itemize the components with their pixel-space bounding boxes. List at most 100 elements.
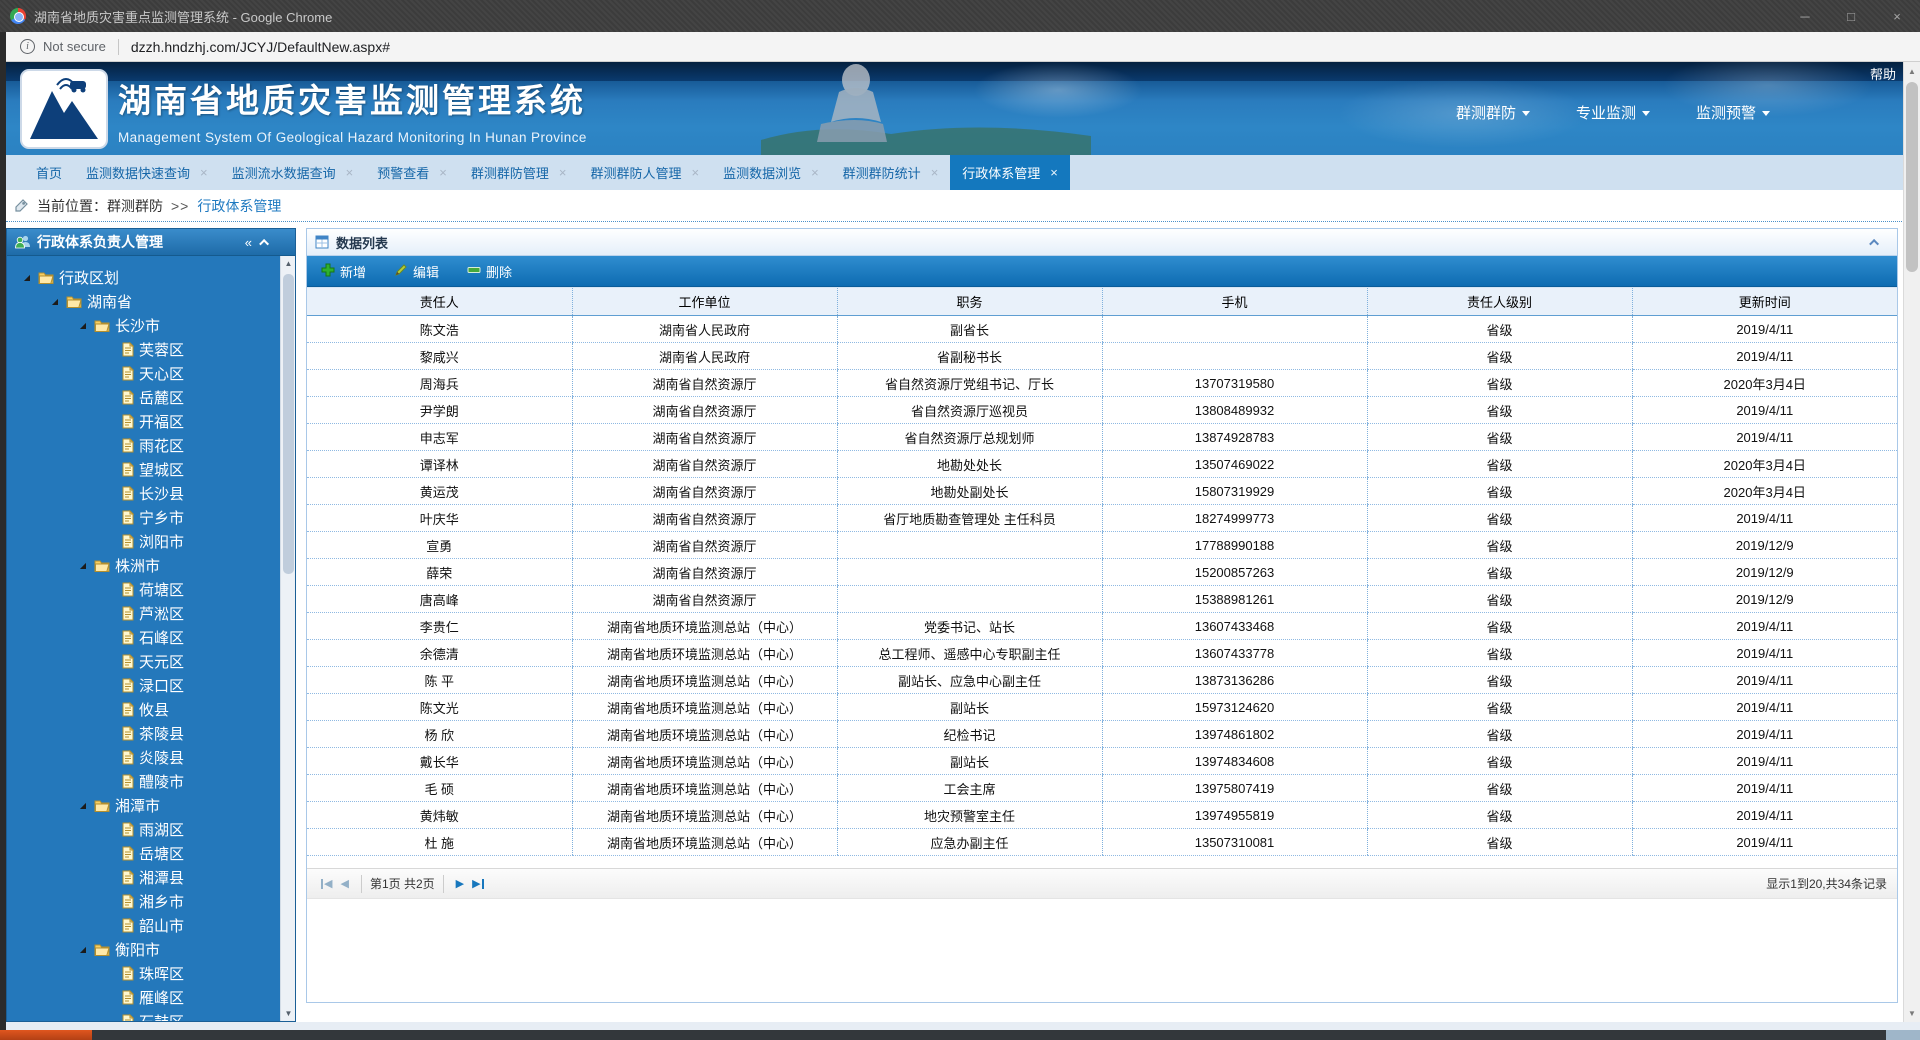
table-row[interactable]: 谭译林湖南省自然资源厅地勘处处长13507469022省级2020年3月4日	[307, 451, 1897, 478]
column-header-3[interactable]: 手机	[1102, 288, 1367, 316]
top-nav-item-1[interactable]: 专业监测	[1576, 102, 1650, 123]
tab-7[interactable]: 群测群防统计×	[831, 155, 951, 190]
table-row[interactable]: 尹学朗湖南省自然资源厅省自然资源厅巡视员13808489932省级2019/4/…	[307, 397, 1897, 424]
column-header-1[interactable]: 工作单位	[572, 288, 837, 316]
scroll-down-icon[interactable]: ▼	[281, 1006, 296, 1021]
table-row[interactable]: 周海兵湖南省自然资源厅省自然资源厅党组书记、厅长13707319580省级202…	[307, 370, 1897, 397]
close-icon[interactable]: ×	[559, 165, 567, 180]
tab-1[interactable]: 监测数据快速查询×	[74, 155, 220, 190]
table-row[interactable]: 杨 欣湖南省地质环境监测总站（中心）纪检书记13974861802省级2019/…	[307, 721, 1897, 748]
tree-item-22[interactable]: ◢湘潭市	[7, 793, 280, 817]
tree-item-11[interactable]: 浏阳市	[7, 529, 280, 553]
panel-collapse-icon[interactable]	[1869, 238, 1879, 248]
maximize-button[interactable]: □	[1828, 0, 1874, 32]
security-label[interactable]: Not secure	[43, 39, 106, 54]
scroll-thumb[interactable]	[283, 274, 294, 574]
tree-item-0[interactable]: ◢行政区划	[7, 265, 280, 289]
tree-item-27[interactable]: 韶山市	[7, 913, 280, 937]
table-row[interactable]: 黎咸兴湖南省人民政府省副秘书长省级2019/4/11	[307, 343, 1897, 370]
tree-item-3[interactable]: 芙蓉区	[7, 337, 280, 361]
tree-item-21[interactable]: 醴陵市	[7, 769, 280, 793]
tree-item-26[interactable]: 湘乡市	[7, 889, 280, 913]
tab-0[interactable]: 首页	[24, 155, 74, 190]
url-text[interactable]: dzzh.hndzhj.com/JCYJ/DefaultNew.aspx#	[131, 39, 390, 55]
close-icon[interactable]: ×	[691, 165, 699, 180]
tree-item-16[interactable]: 天元区	[7, 649, 280, 673]
table-row[interactable]: 宣勇湖南省自然资源厅17788990188省级2019/12/9	[307, 532, 1897, 559]
collapse-left-icon[interactable]: «	[245, 236, 252, 249]
help-link[interactable]: 帮助	[1870, 64, 1896, 83]
table-row[interactable]: 戴长华湖南省地质环境监测总站（中心）副站长13974834608省级2019/4…	[307, 748, 1897, 775]
tree-item-29[interactable]: 珠晖区	[7, 961, 280, 985]
chevron-up-icon[interactable]	[259, 238, 269, 248]
table-row[interactable]: 陈文光湖南省地质环境监测总站（中心）副站长15973124620省级2019/4…	[307, 694, 1897, 721]
table-row[interactable]: 黄炜敏湖南省地质环境监测总站（中心）地灾预警室主任13974955819省级20…	[307, 802, 1897, 829]
table-row[interactable]: 黄运茂湖南省自然资源厅地勘处副处长15807319929省级2020年3月4日	[307, 478, 1897, 505]
tree-item-19[interactable]: 茶陵县	[7, 721, 280, 745]
tree-item-1[interactable]: ◢湖南省	[7, 289, 280, 313]
table-row[interactable]: 余德清湖南省地质环境监测总站（中心）总工程师、遥感中心专职副主任13607433…	[307, 640, 1897, 667]
tree-item-23[interactable]: 雨湖区	[7, 817, 280, 841]
scroll-up-icon[interactable]: ▲	[281, 256, 296, 271]
browser-scrollbar[interactable]: ▲ ▼	[1903, 62, 1920, 1022]
pager-next-button[interactable]: ▶	[452, 877, 468, 890]
tree-item-20[interactable]: 炎陵县	[7, 745, 280, 769]
close-button[interactable]: ×	[1874, 0, 1920, 32]
table-row[interactable]: 叶庆华湖南省自然资源厅省厅地质勘查管理处 主任科员18274999773省级20…	[307, 505, 1897, 532]
close-icon[interactable]: ×	[1050, 165, 1058, 180]
taskbar-active-app[interactable]	[0, 1030, 92, 1040]
tab-6[interactable]: 监测数据浏览×	[711, 155, 831, 190]
tree-expander-icon[interactable]: ◢	[49, 297, 61, 306]
table-row[interactable]: 薛荣湖南省自然资源厅15200857263省级2019/12/9	[307, 559, 1897, 586]
tree-item-5[interactable]: 岳麓区	[7, 385, 280, 409]
tree-item-25[interactable]: 湘潭县	[7, 865, 280, 889]
tree-item-24[interactable]: 岳塘区	[7, 841, 280, 865]
edit-button[interactable]: 编辑	[394, 262, 439, 281]
column-header-4[interactable]: 责任人级别	[1367, 288, 1632, 316]
close-icon[interactable]: ×	[931, 165, 939, 180]
pager-last-button[interactable]: ▶	[468, 877, 487, 890]
tree-expander-icon[interactable]: ◢	[21, 273, 33, 282]
pager-first-button[interactable]: ◀	[317, 877, 336, 890]
column-header-0[interactable]: 责任人	[307, 288, 572, 316]
taskbar-tray[interactable]	[1886, 1030, 1920, 1040]
close-icon[interactable]: ×	[811, 165, 819, 180]
minimize-button[interactable]: ─	[1782, 0, 1828, 32]
delete-button[interactable]: 删除	[467, 262, 512, 281]
tree-expander-icon[interactable]: ◢	[77, 801, 89, 810]
scrollbar-thumb[interactable]	[1906, 82, 1918, 272]
tree-item-8[interactable]: 望城区	[7, 457, 280, 481]
tree-item-30[interactable]: 雁峰区	[7, 985, 280, 1009]
tab-3[interactable]: 预警查看×	[365, 155, 459, 190]
tree-expander-icon[interactable]: ◢	[77, 945, 89, 954]
tree-item-18[interactable]: 攸县	[7, 697, 280, 721]
close-icon[interactable]: ×	[346, 165, 354, 180]
table-row[interactable]: 陈文浩湖南省人民政府副省长省级2019/4/11	[307, 316, 1897, 343]
top-nav-item-0[interactable]: 群测群防	[1456, 102, 1530, 123]
close-icon[interactable]: ×	[439, 165, 447, 180]
tree-item-12[interactable]: ◢株洲市	[7, 553, 280, 577]
tab-8[interactable]: 行政体系管理×	[950, 155, 1070, 190]
scrollbar-up-icon[interactable]: ▲	[1904, 63, 1920, 79]
tree-item-10[interactable]: 宁乡市	[7, 505, 280, 529]
tree-item-6[interactable]: 开福区	[7, 409, 280, 433]
tree-expander-icon[interactable]: ◢	[77, 321, 89, 330]
tab-4[interactable]: 群测群防管理×	[459, 155, 579, 190]
tree-item-9[interactable]: 长沙县	[7, 481, 280, 505]
info-icon[interactable]: i	[20, 39, 35, 54]
table-row[interactable]: 杜 施湖南省地质环境监测总站（中心）应急办副主任13507310081省级201…	[307, 829, 1897, 856]
tree-item-31[interactable]: 石鼓区	[7, 1009, 280, 1021]
tab-2[interactable]: 监测流水数据查询×	[220, 155, 366, 190]
top-nav-item-2[interactable]: 监测预警	[1696, 102, 1770, 123]
sidebar-scrollbar[interactable]: ▲ ▼	[280, 256, 295, 1021]
tree-item-7[interactable]: 雨花区	[7, 433, 280, 457]
tree-item-28[interactable]: ◢衡阳市	[7, 937, 280, 961]
close-icon[interactable]: ×	[200, 165, 208, 180]
tab-5[interactable]: 群测群防人管理×	[578, 155, 711, 190]
pager-prev-button[interactable]: ◀	[336, 877, 352, 890]
scrollbar-down-icon[interactable]: ▼	[1904, 1005, 1920, 1021]
tree-item-13[interactable]: 荷塘区	[7, 577, 280, 601]
table-row[interactable]: 李贵仁湖南省地质环境监测总站（中心）党委书记、站长13607433468省级20…	[307, 613, 1897, 640]
table-row[interactable]: 陈 平湖南省地质环境监测总站（中心）副站长、应急中心副主任13873136286…	[307, 667, 1897, 694]
tree-item-2[interactable]: ◢长沙市	[7, 313, 280, 337]
